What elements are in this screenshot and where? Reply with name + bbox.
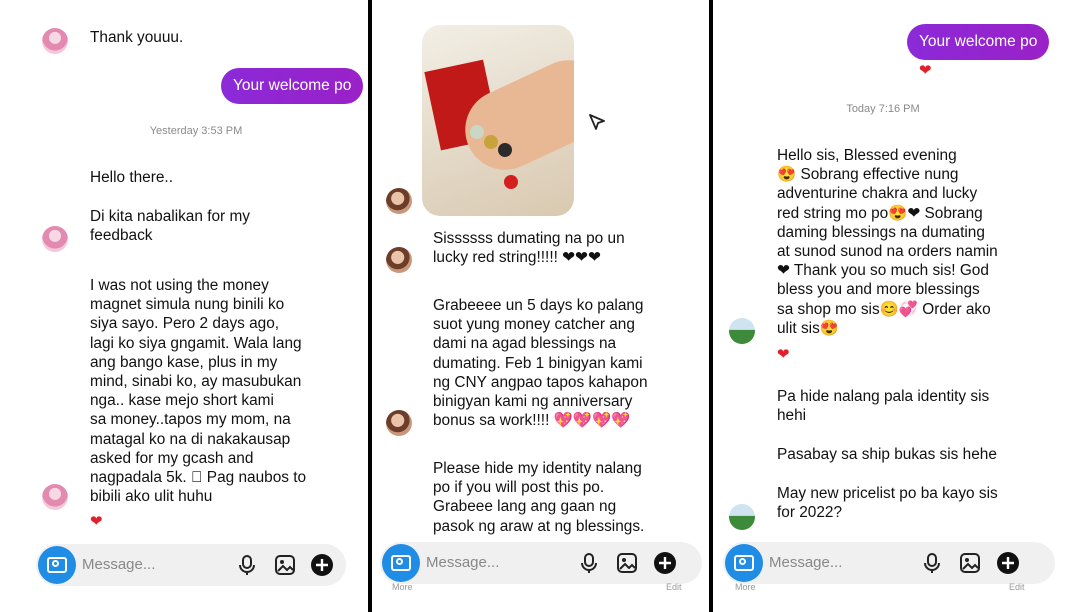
edit-label[interactable]: Edit (666, 582, 682, 592)
bead (484, 135, 498, 149)
share-icon[interactable] (588, 113, 606, 131)
microphone-icon[interactable] (236, 554, 258, 576)
bead (470, 125, 484, 139)
avatar[interactable] (42, 28, 68, 54)
message-input[interactable]: Message... (82, 544, 155, 586)
microphone-icon[interactable] (578, 552, 600, 574)
sent-message-bubble: Your welcome po (907, 24, 1050, 60)
camera-icon (391, 555, 411, 571)
received-message: Hello sis, Blessed evening 😍 Sobrang eff… (777, 147, 998, 337)
microphone-icon[interactable] (921, 552, 943, 574)
received-message: I was not using the money magnet simula … (90, 277, 307, 506)
camera-icon (47, 557, 67, 573)
message-composer: Message... (36, 544, 346, 586)
add-icon[interactable] (997, 552, 1019, 574)
received-message: Please hide my identity nalang po if you… (433, 460, 645, 535)
camera-icon (734, 555, 754, 571)
message-input[interactable]: Message... (769, 542, 842, 584)
heart-reaction: ❤ (777, 346, 790, 363)
avatar[interactable] (42, 226, 68, 252)
message-input[interactable]: Message... (426, 542, 499, 584)
add-icon[interactable] (654, 552, 676, 574)
avatar[interactable] (386, 188, 412, 214)
gallery-icon[interactable] (959, 552, 981, 574)
avatar[interactable] (386, 247, 412, 273)
received-message: Hello there.. (90, 169, 173, 186)
chat-panel-1: Thank youuu. Your welcome po Yesterday 3… (0, 0, 368, 612)
gallery-icon[interactable] (274, 554, 296, 576)
add-icon[interactable] (311, 554, 333, 576)
shared-photo-bracelet[interactable] (422, 25, 574, 216)
received-message: Pasabay sa ship bukas sis hehe (777, 446, 997, 463)
avatar[interactable] (729, 504, 755, 530)
heart-reaction: ❤ (90, 513, 103, 530)
received-message: Di kita nabalikan for my feedback (90, 208, 250, 245)
received-message: Thank youuu. (90, 29, 184, 46)
more-label[interactable]: More (735, 582, 756, 592)
received-message: Grabeeee un 5 days ko palang suot yung m… (433, 297, 648, 430)
chat-panel-2: Sissssss dumating na po un lucky red str… (372, 0, 709, 612)
bead (498, 143, 512, 157)
avatar[interactable] (386, 410, 412, 436)
heart-reaction: ❤ (919, 62, 932, 79)
received-message: Pa hide nalang pala identity sis hehi (777, 388, 990, 425)
received-message: Sissssss dumating na po un lucky red str… (433, 230, 625, 267)
edit-label[interactable]: Edit (1009, 582, 1025, 592)
message-composer: Message... (723, 542, 1055, 584)
timestamp: Today 7:16 PM (846, 103, 920, 115)
camera-button[interactable] (38, 546, 76, 584)
camera-button[interactable] (382, 544, 420, 582)
camera-button[interactable] (725, 544, 763, 582)
more-label[interactable]: More (392, 582, 413, 592)
gallery-icon[interactable] (616, 552, 638, 574)
sent-message-bubble: Your welcome po (221, 68, 364, 104)
message-composer: Message... (380, 542, 702, 584)
avatar[interactable] (42, 484, 68, 510)
avatar[interactable] (729, 318, 755, 344)
timestamp: Yesterday 3:53 PM (149, 125, 243, 137)
received-message: May new pricelist po ba kayo sis for 202… (777, 485, 998, 522)
bead (504, 175, 518, 189)
chat-panel-3: Your welcome po ❤ Today 7:16 PM Hello si… (713, 0, 1080, 612)
